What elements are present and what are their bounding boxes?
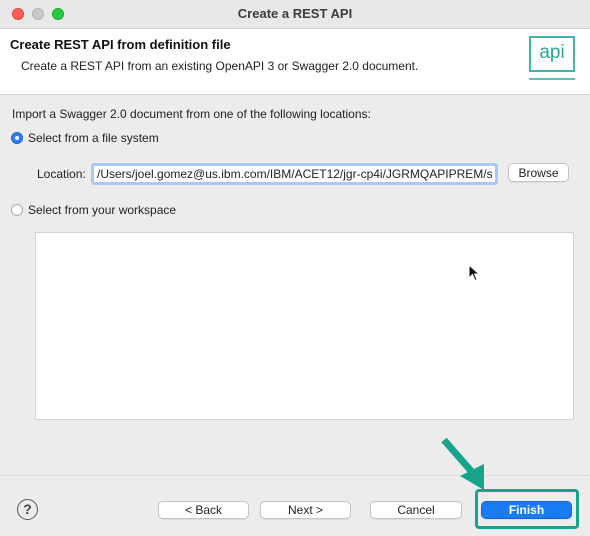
browse-button[interactable]: Browse bbox=[508, 163, 569, 182]
workspace-label: Select from your workspace bbox=[28, 203, 177, 217]
wizard-header: Create REST API from definition file Cre… bbox=[0, 29, 590, 95]
api-logo-underline bbox=[529, 78, 575, 80]
workspace-radio[interactable] bbox=[11, 204, 23, 216]
file-system-label: Select from a file system bbox=[28, 131, 159, 145]
pointer-arrow-icon bbox=[441, 437, 484, 490]
mouse-pointer-icon bbox=[468, 264, 480, 282]
finish-button[interactable]: Finish bbox=[481, 501, 572, 519]
cancel-button[interactable]: Cancel bbox=[370, 501, 462, 519]
location-label: Location: bbox=[37, 167, 86, 181]
file-system-radio[interactable] bbox=[11, 132, 23, 144]
next-button[interactable]: Next > bbox=[260, 501, 351, 519]
location-prompt: Import a Swagger 2.0 document from one o… bbox=[12, 107, 371, 121]
api-logo-icon: api bbox=[529, 36, 575, 72]
footer-divider bbox=[0, 475, 590, 476]
back-button[interactable]: < Back bbox=[158, 501, 249, 519]
workspace-option[interactable]: Select from your workspace bbox=[11, 203, 176, 217]
file-system-option[interactable]: Select from a file system bbox=[11, 131, 159, 145]
wizard-description: Create a REST API from an existing OpenA… bbox=[21, 59, 419, 73]
workspace-tree[interactable] bbox=[35, 232, 574, 420]
dialog-window: Create a REST API Create REST API from d… bbox=[0, 0, 590, 536]
location-input[interactable] bbox=[91, 163, 498, 185]
help-icon[interactable]: ? bbox=[17, 499, 38, 520]
wizard-title: Create REST API from definition file bbox=[10, 37, 231, 52]
title-bar[interactable]: Create a REST API bbox=[0, 0, 590, 29]
window-title: Create a REST API bbox=[237, 6, 353, 21]
